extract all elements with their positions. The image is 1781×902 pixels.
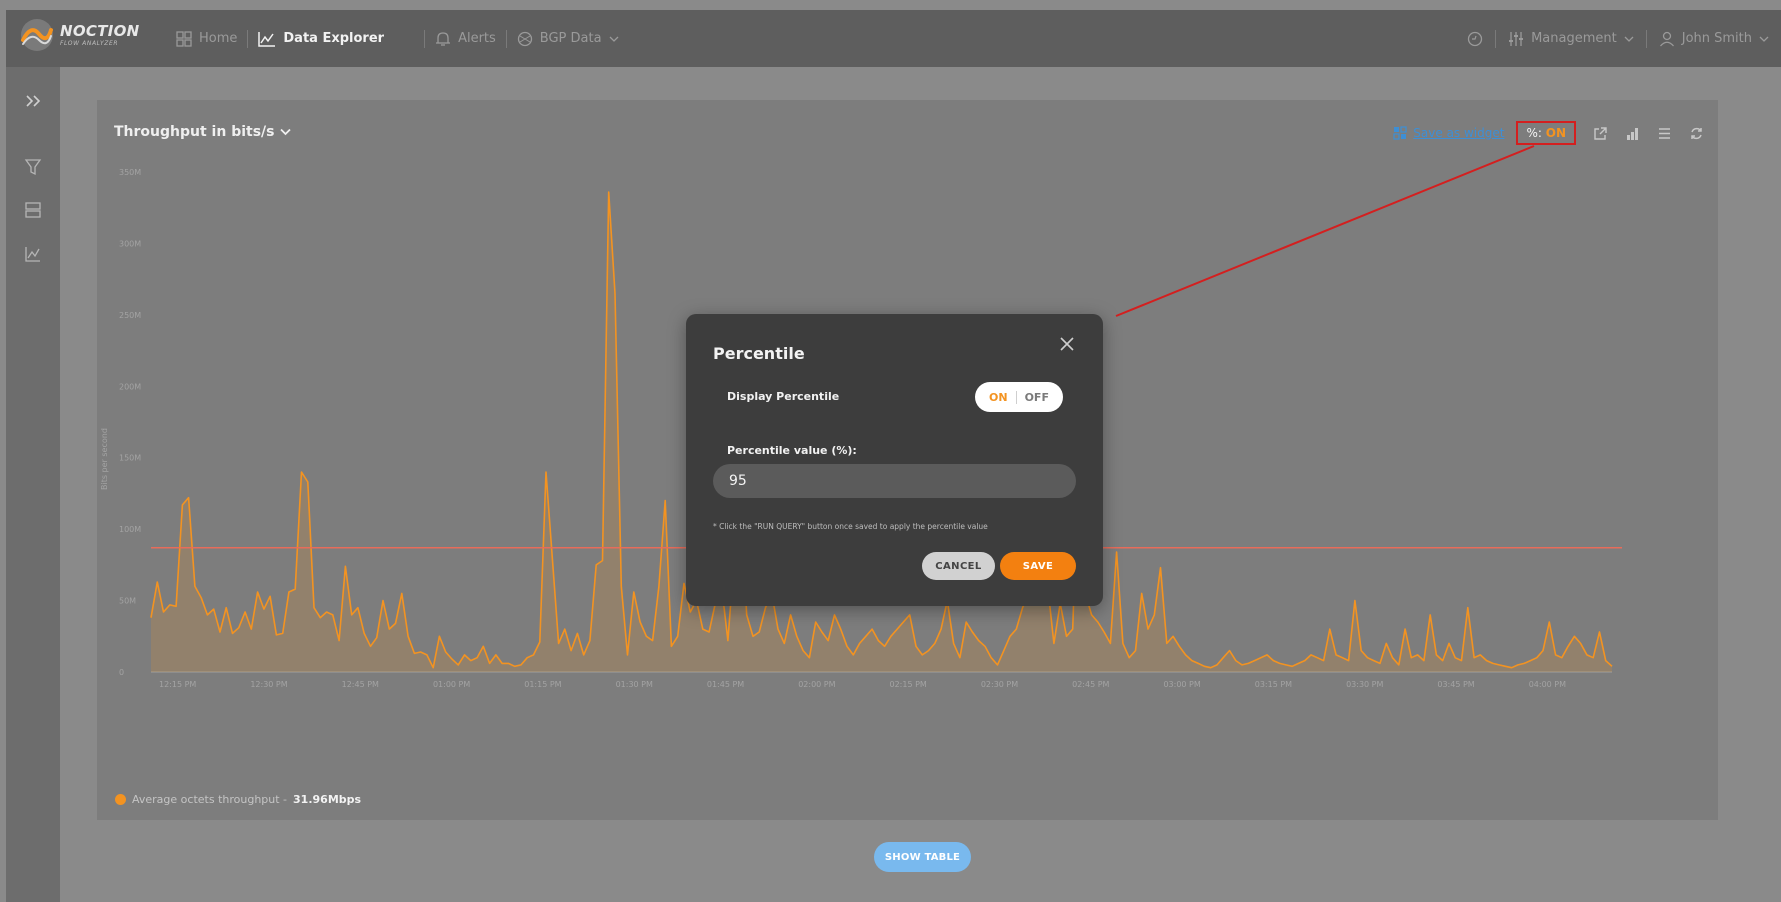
sliders-icon bbox=[1509, 31, 1524, 46]
chart-line-icon bbox=[25, 247, 40, 262]
nav-alerts-label: Alerts bbox=[458, 31, 496, 46]
x-tick-label: 12:15 PM bbox=[159, 680, 196, 689]
y-tick-label: 250M bbox=[119, 311, 141, 320]
y-tick-label: 50M bbox=[119, 597, 136, 606]
x-tick-label: 02:15 PM bbox=[890, 680, 927, 689]
dialog-title: Percentile bbox=[713, 344, 805, 363]
nav-data-explorer-label: Data Explorer bbox=[283, 31, 385, 46]
cancel-button[interactable]: CANCEL bbox=[922, 552, 995, 580]
filter-icon bbox=[24, 159, 42, 176]
x-tick-label: 12:30 PM bbox=[250, 680, 287, 689]
app-logo[interactable]: NOCTION FLOW ANALYZER bbox=[20, 18, 140, 52]
switch-off-option[interactable]: OFF bbox=[1017, 391, 1049, 404]
layout-button[interactable] bbox=[21, 198, 45, 222]
chart-legend[interactable]: Average octets throughput - 31.96Mbps bbox=[115, 793, 361, 806]
x-tick-label: 02:30 PM bbox=[981, 680, 1018, 689]
nav-bgp-data-label: BGP Data bbox=[539, 31, 602, 46]
x-tick-label: 03:15 PM bbox=[1255, 680, 1292, 689]
layout-icon bbox=[25, 202, 41, 218]
management-menu[interactable]: Management bbox=[1496, 31, 1646, 47]
switch-on-option[interactable]: ON bbox=[989, 390, 1017, 404]
x-tick-label: 02:45 PM bbox=[1072, 680, 1109, 689]
nav-alerts[interactable]: Alerts bbox=[425, 31, 506, 47]
user-icon bbox=[1659, 31, 1674, 46]
nav-bgp-data[interactable]: BGP Data bbox=[507, 31, 629, 47]
filter-button[interactable] bbox=[21, 155, 45, 179]
x-tick-label: 03:30 PM bbox=[1346, 680, 1383, 689]
logo-subtitle: FLOW ANALYZER bbox=[60, 39, 119, 47]
grid-icon bbox=[176, 30, 192, 47]
legend-dot bbox=[115, 794, 126, 805]
legend-label: Average octets throughput - bbox=[132, 793, 288, 806]
y-tick-label: 350M bbox=[119, 168, 141, 177]
chart-button[interactable] bbox=[21, 242, 45, 266]
x-tick-label: 03:45 PM bbox=[1437, 680, 1474, 689]
chart-line-icon bbox=[258, 31, 276, 47]
x-tick-label: 01:00 PM bbox=[433, 680, 470, 689]
right-nav: Management John Smith bbox=[1455, 10, 1781, 67]
left-sidebar bbox=[6, 67, 60, 902]
status-circle-icon bbox=[1467, 31, 1483, 46]
expand-sidebar-button[interactable] bbox=[21, 89, 45, 113]
x-tick-label: 04:00 PM bbox=[1529, 680, 1566, 689]
chevron-down-icon bbox=[1624, 36, 1634, 42]
main-nav: Home Data Explorer Alerts BGP Data bbox=[166, 10, 629, 67]
logo-name: NOCTION bbox=[60, 21, 140, 40]
percentile-value-label: Percentile value (%): bbox=[727, 444, 857, 457]
nav-home-label: Home bbox=[199, 31, 238, 46]
y-tick-label: 300M bbox=[119, 239, 141, 248]
legend-value: 31.96Mbps bbox=[293, 793, 362, 806]
noction-logo-icon bbox=[21, 19, 53, 51]
nav-data-explorer[interactable]: Data Explorer bbox=[248, 31, 394, 47]
run-query-note: * Click the "RUN QUERY" button once save… bbox=[713, 522, 988, 531]
user-menu[interactable]: John Smith bbox=[1647, 31, 1781, 47]
globe-icon bbox=[517, 31, 532, 46]
double-chevron-right-icon bbox=[26, 95, 41, 107]
percentile-dialog: Percentile Display Percentile ON OFF Per… bbox=[686, 314, 1103, 606]
x-tick-label: 03:00 PM bbox=[1163, 680, 1200, 689]
management-label: Management bbox=[1531, 31, 1617, 46]
display-percentile-label: Display Percentile bbox=[727, 390, 840, 403]
chevron-down-icon bbox=[609, 36, 619, 42]
status-button[interactable] bbox=[1455, 31, 1495, 47]
user-name: John Smith bbox=[1681, 31, 1752, 46]
y-tick-label: 200M bbox=[119, 382, 141, 391]
y-tick-label: 150M bbox=[119, 454, 141, 463]
y-tick-label: 0 bbox=[119, 668, 124, 677]
x-tick-label: 02:00 PM bbox=[798, 680, 835, 689]
y-tick-label: 100M bbox=[119, 525, 141, 534]
y-axis-label: Bits per second bbox=[100, 428, 109, 490]
close-icon[interactable] bbox=[1059, 336, 1075, 352]
nav-home[interactable]: Home bbox=[166, 30, 247, 47]
display-percentile-switch[interactable]: ON OFF bbox=[975, 382, 1063, 412]
bell-icon bbox=[436, 31, 451, 46]
percentile-value-input[interactable]: 95 bbox=[713, 464, 1076, 498]
show-table-button[interactable]: SHOW TABLE bbox=[874, 842, 971, 872]
chevron-down-icon bbox=[1759, 36, 1769, 42]
x-tick-label: 01:30 PM bbox=[616, 680, 653, 689]
top-navigation-bar: NOCTION FLOW ANALYZER Home Data Explorer bbox=[6, 10, 1781, 67]
x-tick-label: 12:45 PM bbox=[342, 680, 379, 689]
save-button[interactable]: SAVE bbox=[1000, 552, 1076, 580]
x-tick-label: 01:15 PM bbox=[524, 680, 561, 689]
x-tick-label: 01:45 PM bbox=[707, 680, 744, 689]
